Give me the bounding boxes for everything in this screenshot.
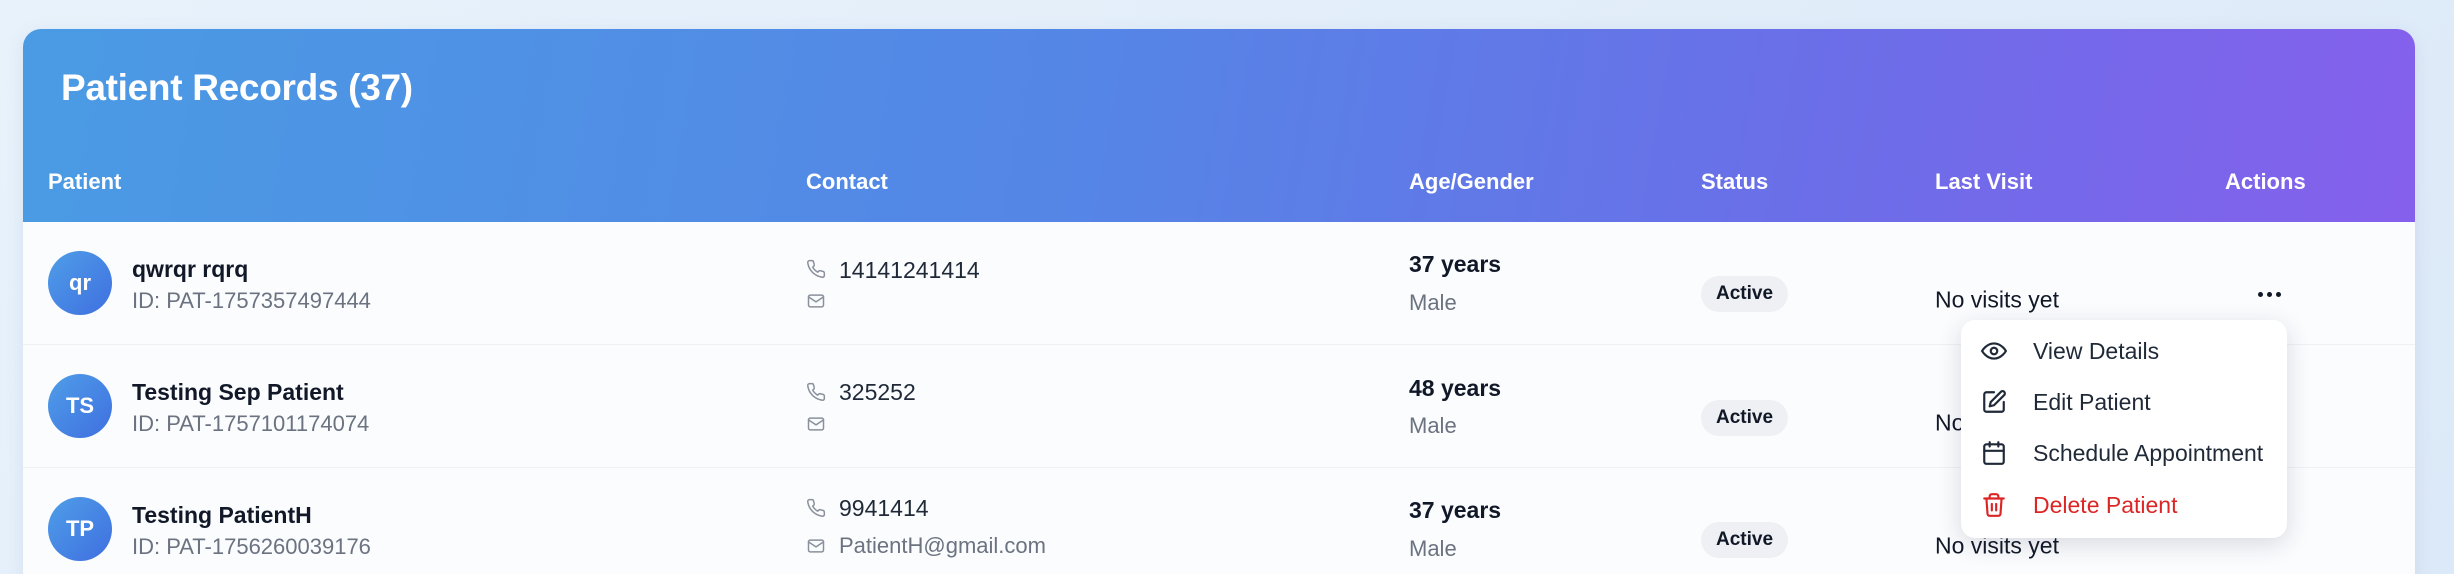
patient-name: Testing Sep Patient bbox=[132, 379, 344, 405]
patient-id: ID: PAT-1757101174074 bbox=[132, 411, 370, 436]
patient-age: 48 years bbox=[1409, 375, 1502, 401]
mail-icon bbox=[807, 539, 825, 553]
last-visit: No visits yet bbox=[1935, 286, 2059, 313]
status-badge: Active bbox=[1701, 522, 1789, 558]
menu-item-label: Edit Patient bbox=[2033, 388, 2151, 415]
avatar: qr bbox=[48, 251, 112, 315]
patient-age: 37 years bbox=[1409, 251, 1502, 277]
patient-name: qwrqr rqrq bbox=[132, 256, 249, 282]
phone-icon bbox=[807, 498, 826, 517]
mail-icon bbox=[807, 294, 825, 308]
phone-icon bbox=[807, 382, 826, 401]
patient-name: Testing PatientH bbox=[132, 502, 312, 528]
calendar-icon bbox=[1983, 441, 2005, 465]
dot-icon bbox=[2275, 291, 2281, 297]
patient-phone: 14141241414 bbox=[839, 257, 980, 283]
dot-icon bbox=[2257, 291, 2263, 297]
menu-item-schedule-appointment[interactable]: Schedule Appointment bbox=[1961, 429, 2287, 477]
patient-gender: Male bbox=[1409, 290, 1457, 315]
patient-age: 37 years bbox=[1409, 497, 1502, 523]
edit-icon bbox=[1983, 390, 2006, 413]
column-header-last-visit[interactable]: Last Visit bbox=[1935, 169, 2032, 195]
eye-icon bbox=[1981, 342, 2007, 360]
patient-phone: 9941414 bbox=[839, 495, 929, 521]
column-header-actions: Actions bbox=[2225, 169, 2306, 194]
mail-icon bbox=[807, 417, 825, 431]
table-header: Patient Records (37) Patient Contact Age… bbox=[23, 29, 2415, 222]
phone-icon bbox=[807, 259, 826, 278]
menu-item-label: Delete Patient bbox=[2033, 491, 2178, 518]
menu-item-label: Schedule Appointment bbox=[2033, 439, 2264, 466]
patient-id: ID: PAT-1757357497444 bbox=[132, 288, 371, 313]
menu-item-edit-patient[interactable]: Edit Patient bbox=[1961, 378, 2287, 426]
status-badge: Active bbox=[1701, 276, 1789, 312]
dot-icon bbox=[2266, 291, 2272, 297]
column-header-age-gender[interactable]: Age/Gender bbox=[1409, 169, 1534, 195]
column-header-status[interactable]: Status bbox=[1701, 169, 1768, 195]
menu-item-view-details[interactable]: View Details bbox=[1961, 327, 2287, 375]
status-badge: Active bbox=[1701, 400, 1789, 436]
trash-icon bbox=[1983, 493, 2005, 517]
patient-phone: 325252 bbox=[839, 379, 916, 405]
patient-email: PatientH@gmail.com bbox=[839, 533, 1046, 558]
page-title: Patient Records (37) bbox=[61, 67, 413, 108]
actions-dropdown-menu: View Details Edit Patient Schedule Appoi… bbox=[1961, 320, 2287, 538]
menu-item-delete-patient[interactable]: Delete Patient bbox=[1961, 481, 2287, 529]
more-actions-button[interactable] bbox=[2251, 282, 2287, 306]
avatar: TS bbox=[48, 374, 112, 438]
menu-item-label: View Details bbox=[2033, 337, 2160, 364]
column-header-contact[interactable]: Contact bbox=[806, 169, 888, 195]
patient-id: ID: PAT-1756260039176 bbox=[132, 534, 371, 559]
column-header-patient[interactable]: Patient bbox=[48, 169, 121, 195]
avatar: TP bbox=[48, 497, 112, 561]
patient-gender: Male bbox=[1409, 536, 1457, 561]
patient-gender: Male bbox=[1409, 413, 1457, 438]
